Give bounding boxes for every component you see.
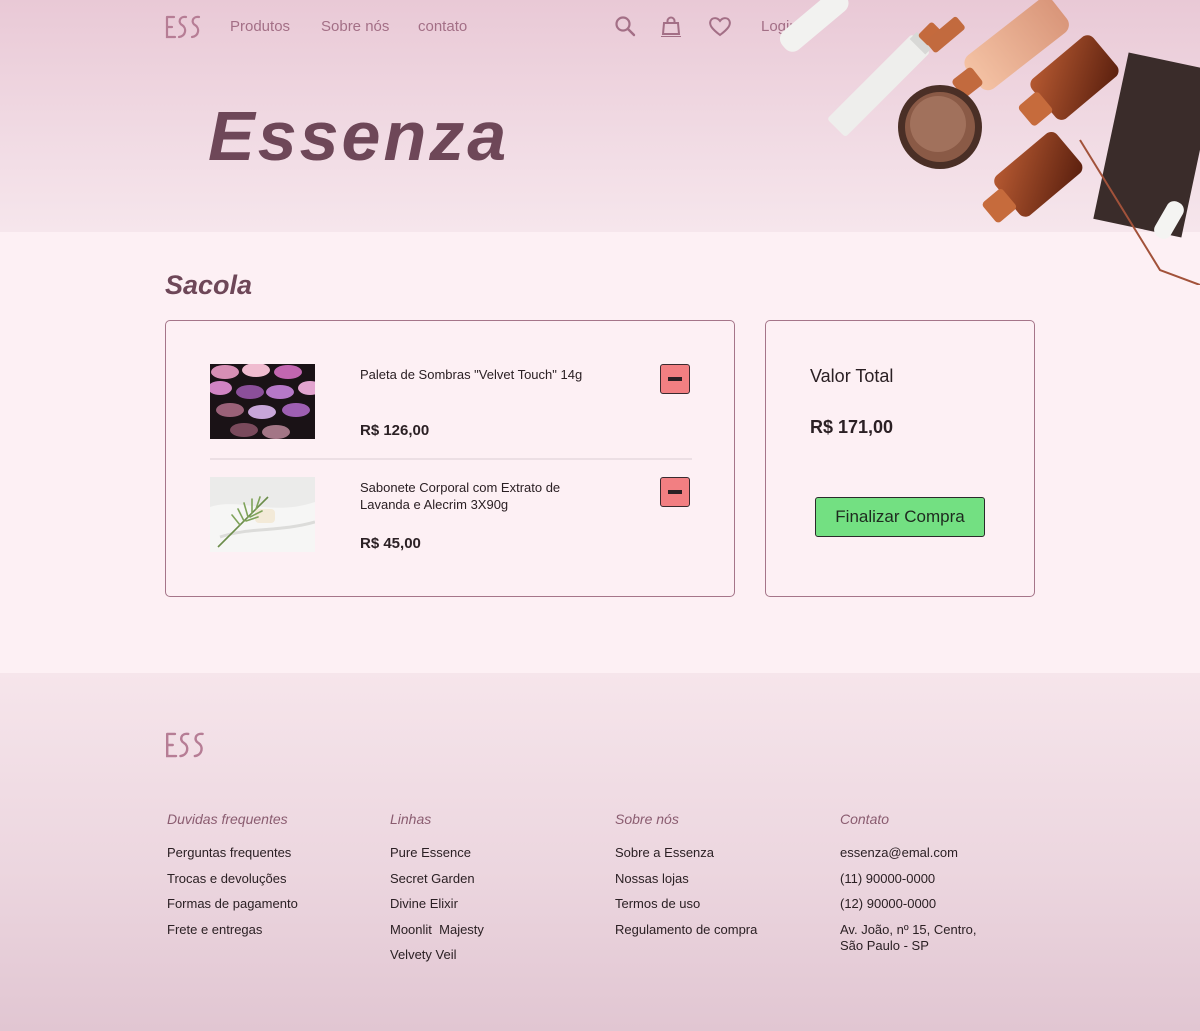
- remove-item-button[interactable]: [660, 364, 690, 394]
- item-name: Sabonete Corporal com Extrato de Lavanda…: [360, 480, 561, 512]
- order-summary-panel: Valor Total R$ 171,00 Finalizar Compra: [765, 320, 1035, 597]
- footer-link[interactable]: Divine Elixir: [390, 896, 600, 913]
- total-value: R$ 171,00: [810, 417, 894, 437]
- contact-address: Av. João, nº 15, Centro, São Paulo - SP: [840, 921, 977, 954]
- minus-icon: [668, 377, 682, 381]
- nav-link-sobre-nos[interactable]: Sobre nós: [321, 18, 389, 35]
- item-price: R$ 45,00: [360, 535, 421, 552]
- footer-column-title: Duvidas frequentes: [167, 811, 288, 827]
- footer-link[interactable]: Nossas lojas: [615, 871, 825, 888]
- cart-item: Sabonete Corporal com Extrato de Lavanda…: [210, 477, 692, 589]
- footer-link[interactable]: Sobre a Essenza: [615, 845, 825, 862]
- footer-link[interactable]: Perguntas frequentes: [167, 845, 377, 862]
- footer-link[interactable]: Regulamento de compra: [615, 922, 825, 939]
- eyeshadow-palette-image: [210, 364, 315, 439]
- nav-link-contato[interactable]: contato: [418, 18, 467, 35]
- checkout-button[interactable]: Finalizar Compra: [815, 497, 985, 537]
- cosmetics-product-photo: [780, 0, 1200, 285]
- soap-product-image: [210, 477, 315, 552]
- divider: [210, 458, 692, 460]
- footer-link[interactable]: Pure Essence: [390, 845, 600, 862]
- footer-column-sobre-nos: Sobre nós Sobre a Essenza Nossas lojas T…: [615, 811, 825, 947]
- heart-icon[interactable]: [708, 15, 732, 37]
- contact-phone[interactable]: (11) 90000-0000: [840, 871, 990, 888]
- footer-column-contato: Contato essenza@emal.com (11) 90000-0000…: [840, 811, 990, 964]
- footer-column-linhas: Linhas Pure Essence Secret Garden Divine…: [390, 811, 600, 973]
- hero-title: Essenza: [208, 97, 510, 175]
- footer-column-faq: Duvidas frequentes Perguntas frequentes …: [167, 811, 377, 947]
- footer-column-title: Contato: [840, 811, 890, 827]
- contact-email[interactable]: essenza@emal.com: [840, 845, 990, 862]
- remove-item-button[interactable]: [660, 477, 690, 507]
- footer-column-title: Sobre nós: [615, 811, 679, 827]
- minus-icon: [668, 490, 682, 494]
- footer-link[interactable]: Frete e entregas: [167, 922, 377, 939]
- item-name: Paleta de Sombras "Velvet Touch" 14g: [360, 367, 583, 382]
- nav-link-produtos[interactable]: Produtos: [230, 18, 290, 35]
- footer-link[interactable]: Secret Garden: [390, 871, 600, 888]
- footer-link[interactable]: Formas de pagamento: [167, 896, 377, 913]
- item-price: R$ 126,00: [360, 422, 430, 439]
- cart-items-panel: Paleta de Sombras "Velvet Touch" 14g R$ …: [165, 320, 735, 597]
- total-label: Valor Total: [810, 366, 894, 386]
- footer: Duvidas frequentes Perguntas frequentes …: [0, 673, 1200, 1031]
- search-icon[interactable]: [614, 15, 636, 37]
- cart-title: Sacola: [165, 270, 253, 300]
- footer-link[interactable]: Moonlit Majesty: [390, 922, 600, 939]
- footer-column-title: Linhas: [390, 811, 432, 827]
- contact-phone[interactable]: (12) 90000-0000: [840, 896, 990, 913]
- cart-section: Sacola Paleta de Sombras "Velvet Touch" …: [0, 232, 1200, 673]
- footer-link[interactable]: Trocas e devoluções: [167, 871, 377, 888]
- footer-link[interactable]: Termos de uso: [615, 896, 825, 913]
- brand-logo[interactable]: [165, 14, 203, 40]
- footer-logo[interactable]: [165, 730, 207, 760]
- shopping-bag-icon[interactable]: [660, 15, 682, 37]
- footer-link[interactable]: Velvety Veil: [390, 947, 600, 964]
